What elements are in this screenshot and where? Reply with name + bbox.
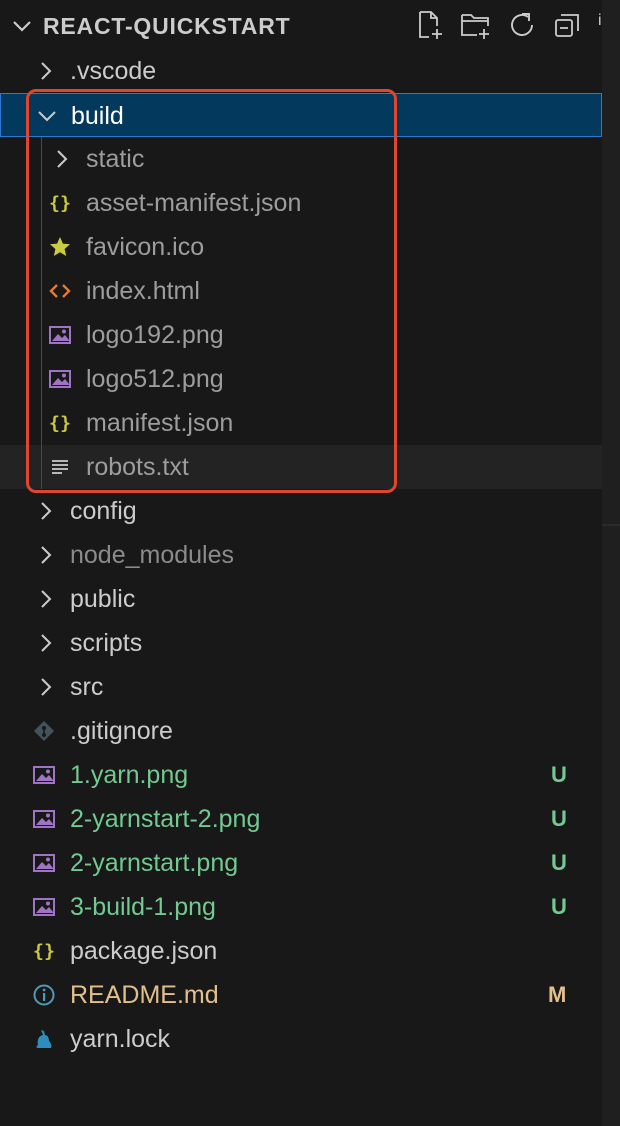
svg-text:{ }: { }	[33, 941, 55, 962]
image-icon	[49, 370, 71, 388]
text-lines-icon	[52, 460, 68, 474]
scrollbar-marker	[602, 524, 620, 526]
json-braces-icon: { }	[49, 193, 71, 214]
tree-item-label: 1.yarn.png	[70, 761, 189, 789]
chevron-right-icon[interactable]	[34, 587, 58, 611]
collapse-all-button[interactable]	[552, 9, 584, 41]
tree-file-row[interactable]: README.md M	[0, 973, 602, 1017]
tree-item-label: yarn.lock	[70, 1025, 171, 1053]
git-status-badge: U	[551, 894, 567, 919]
chevron-right-icon[interactable]	[50, 147, 74, 171]
tree-item-label: logo192.png	[86, 321, 224, 349]
tree-folder-row[interactable]: src	[0, 665, 602, 709]
scrollbar-track[interactable]	[602, 0, 620, 1126]
tree-folder-row[interactable]: static	[0, 137, 602, 181]
git-status-badge: U	[551, 762, 567, 787]
image-icon	[33, 810, 55, 828]
tree-item-label: .vscode	[70, 57, 157, 85]
info-icon[interactable]: i	[598, 12, 602, 30]
chevron-right-icon[interactable]	[34, 675, 58, 699]
tree-file-row[interactable]: logo512.png	[0, 357, 602, 401]
refresh-icon	[511, 13, 533, 36]
chevron-right-icon[interactable]	[34, 543, 58, 567]
tree-file-row[interactable]: logo192.png	[0, 313, 602, 357]
tree-item-label: index.html	[86, 277, 200, 305]
indent-guide	[41, 137, 42, 489]
tree-file-row[interactable]: 2-yarnstart-2.png U	[0, 797, 602, 841]
tree-folder-row[interactable]: public	[0, 577, 602, 621]
tree-item-label: public	[70, 585, 136, 613]
tree-item-label: asset-manifest.json	[86, 189, 302, 217]
tree-folder-row[interactable]: config	[0, 489, 602, 533]
html-code-icon	[49, 284, 71, 298]
tree-folder-row[interactable]: .vscode	[0, 49, 602, 93]
explorer-title: REACT-QUICKSTART	[43, 13, 291, 39]
tree-item-label: robots.txt	[86, 453, 189, 481]
new-folder-icon	[461, 14, 489, 39]
tree-file-row[interactable]: .gitignore	[0, 709, 602, 753]
tree-item-label: static	[86, 145, 145, 173]
tree-item-label: 2-yarnstart.png	[70, 849, 239, 877]
chevron-down-icon[interactable]	[35, 104, 59, 128]
tree-folder-row[interactable]: build	[0, 93, 602, 137]
tree-file-row[interactable]: favicon.ico	[0, 225, 602, 269]
tree-item-label: README.md	[70, 981, 219, 1009]
tree-file-row[interactable]: { } package.json	[0, 929, 602, 973]
image-icon	[33, 898, 55, 916]
tree-item-label: src	[70, 673, 104, 701]
tree-item-label: 3-build-1.png	[70, 893, 216, 921]
yarn-cat-icon	[36, 1030, 52, 1048]
file-explorer: REACT-QUICKSTART .vscode build static {…	[0, 0, 602, 1126]
tree-file-row[interactable]: 2-yarnstart.png U	[0, 841, 602, 885]
chevron-right-icon[interactable]	[34, 499, 58, 523]
image-icon	[49, 326, 71, 344]
tree-file-row[interactable]: robots.txt	[0, 445, 602, 489]
tree-item-label: scripts	[70, 629, 143, 657]
explorer-header[interactable]: REACT-QUICKSTART	[0, 0, 602, 52]
refresh-button[interactable]	[506, 9, 538, 41]
tree-file-row[interactable]: { } asset-manifest.json	[0, 181, 602, 225]
tree-folder-row[interactable]: node_modules	[0, 533, 602, 577]
explorer-actions	[414, 9, 584, 43]
json-braces-icon: { }	[49, 413, 71, 434]
git-diamond-icon	[34, 721, 54, 741]
tree-file-row[interactable]: 3-build-1.png U	[0, 885, 602, 929]
new-file-button[interactable]	[414, 9, 446, 41]
tree-item-label: config	[70, 497, 137, 525]
new-folder-button[interactable]	[460, 9, 492, 41]
info-circle-icon	[33, 984, 55, 1006]
tree-item-label: favicon.ico	[86, 233, 205, 261]
tree-item-label: logo512.png	[86, 365, 224, 393]
tree-item-label: manifest.json	[86, 409, 234, 437]
tree-item-label: build	[71, 102, 124, 130]
tree-file-row[interactable]: yarn.lock	[0, 1017, 602, 1061]
svg-text:{ }: { }	[49, 193, 71, 214]
git-status-badge: U	[551, 850, 567, 875]
tree-item-label: node_modules	[70, 541, 235, 569]
tree-file-row[interactable]: { } manifest.json	[0, 401, 602, 445]
image-icon	[33, 766, 55, 784]
image-icon	[33, 854, 55, 872]
tree-file-row[interactable]: index.html	[0, 269, 602, 313]
tree-item-label: 2-yarnstart-2.png	[70, 805, 261, 833]
tree-item-label: .gitignore	[70, 717, 173, 745]
svg-text:{ }: { }	[49, 413, 71, 434]
chevron-right-icon[interactable]	[34, 631, 58, 655]
collapse-all-icon	[555, 14, 579, 37]
tree-file-row[interactable]: 1.yarn.png U	[0, 753, 602, 797]
new-file-icon	[419, 11, 442, 39]
tree-item-label: package.json	[70, 937, 218, 965]
tree-folder-row[interactable]: scripts	[0, 621, 602, 665]
json-braces-icon: { }	[33, 941, 55, 962]
chevron-down-icon[interactable]	[10, 14, 34, 38]
git-status-badge: U	[551, 806, 567, 831]
chevron-right-icon[interactable]	[34, 59, 58, 83]
star-icon	[50, 237, 70, 256]
git-status-badge: M	[548, 982, 567, 1007]
